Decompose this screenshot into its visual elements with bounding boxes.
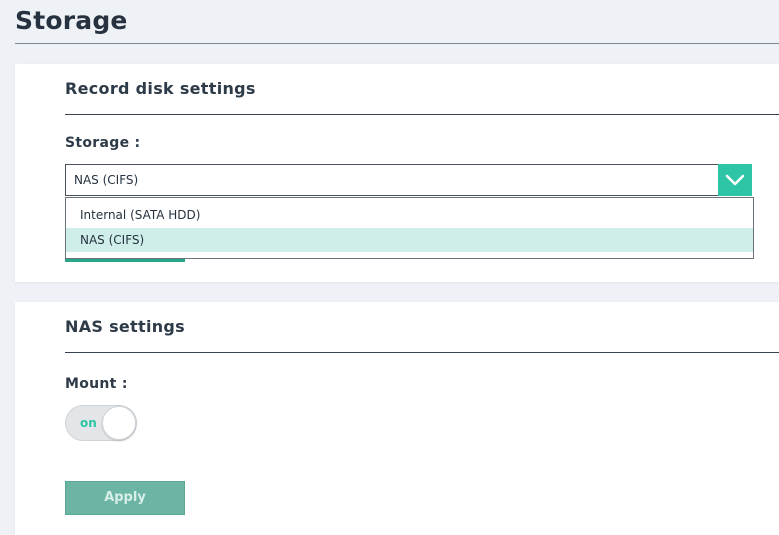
mount-toggle-state: on — [80, 416, 97, 430]
mount-label: Mount : — [65, 376, 128, 392]
chevron-down-icon[interactable] — [718, 164, 752, 196]
nas-settings-heading: NAS settings — [65, 317, 185, 336]
storage-label: Storage : — [65, 135, 141, 151]
page-title: Storage — [15, 6, 128, 35]
toggle-knob — [102, 406, 136, 440]
apply-button[interactable]: Apply — [65, 481, 185, 515]
nas-settings-card: NAS settings Mount : on Apply — [15, 302, 779, 535]
mount-toggle[interactable]: on — [65, 405, 137, 441]
record-disk-settings-card: Record disk settings Storage : NAS (CIFS… — [15, 64, 779, 282]
record-disk-divider — [65, 114, 779, 115]
storage-option-nas[interactable]: NAS (CIFS) — [66, 228, 753, 252]
storage-select-value: NAS (CIFS) — [74, 173, 139, 187]
storage-select[interactable]: NAS (CIFS) — [65, 164, 752, 196]
storage-option-internal[interactable]: Internal (SATA HDD) — [66, 203, 753, 227]
record-disk-settings-heading: Record disk settings — [65, 79, 256, 98]
storage-dropdown-list: Internal (SATA HDD) NAS (CIFS) — [65, 197, 754, 259]
title-divider — [15, 43, 779, 44]
nas-settings-divider — [65, 352, 779, 353]
